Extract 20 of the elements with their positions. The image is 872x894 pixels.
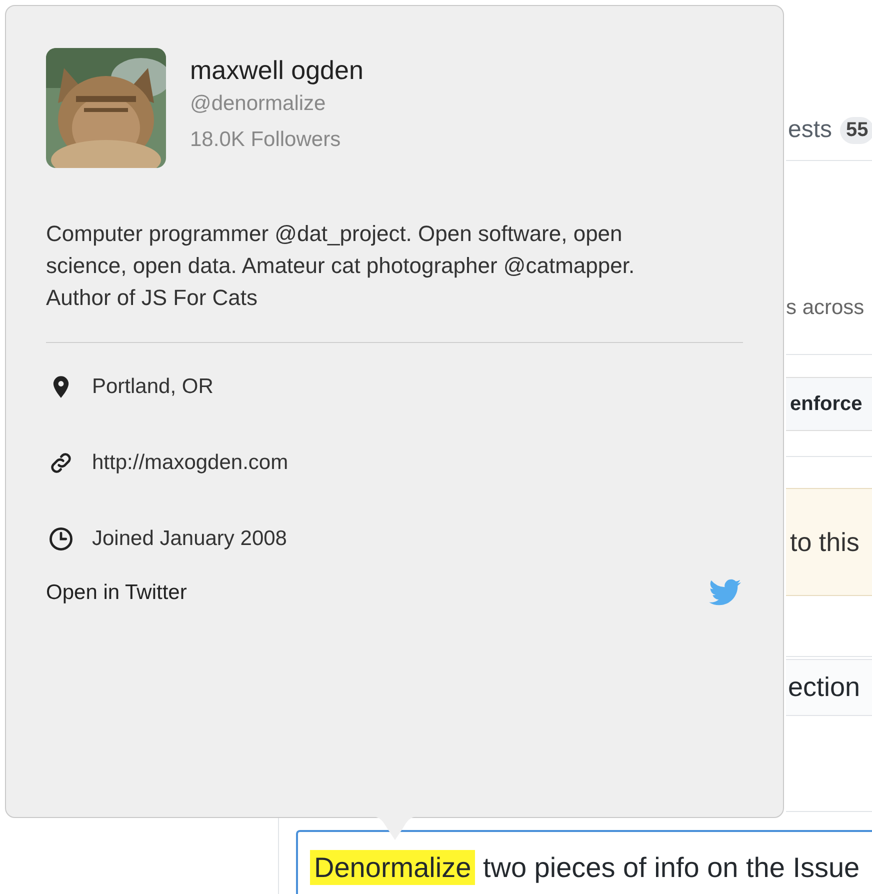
highlighted-word: Denormalize bbox=[310, 850, 476, 885]
notice-box: to this bbox=[786, 488, 872, 596]
comment-text: two pieces of info on the Issue bbox=[482, 852, 860, 883]
detail-text: Portland, OR bbox=[92, 375, 214, 399]
profile-name: maxwell ogden bbox=[190, 54, 364, 86]
detail-text: Joined January 2008 bbox=[92, 527, 287, 551]
profile-handle: @denormalize bbox=[190, 91, 327, 117]
tab-label[interactable]: ests bbox=[788, 116, 832, 144]
clock-icon bbox=[48, 526, 74, 552]
section-heading: ection bbox=[786, 659, 872, 716]
description-text: s across bbox=[786, 296, 864, 320]
comment-field[interactable]: Denormalize two pieces of info on the Issue bbox=[296, 830, 872, 894]
bird-icon[interactable] bbox=[709, 579, 741, 606]
branch-bar: enforce bbox=[786, 377, 872, 431]
tab-count: 55 bbox=[840, 116, 872, 144]
link-icon bbox=[48, 450, 74, 476]
profile-bio: Computer programmer @dat_project. Open software, open science, open data. Amateur cat photographer @catmapper. Author of JS For Cats bbox=[46, 220, 636, 312]
website-link[interactable]: http://maxogden.com bbox=[92, 451, 288, 475]
open-in-twitter-link[interactable]: Open in Twitter bbox=[46, 580, 187, 604]
follower-count: 18.0K Followers bbox=[190, 127, 342, 153]
